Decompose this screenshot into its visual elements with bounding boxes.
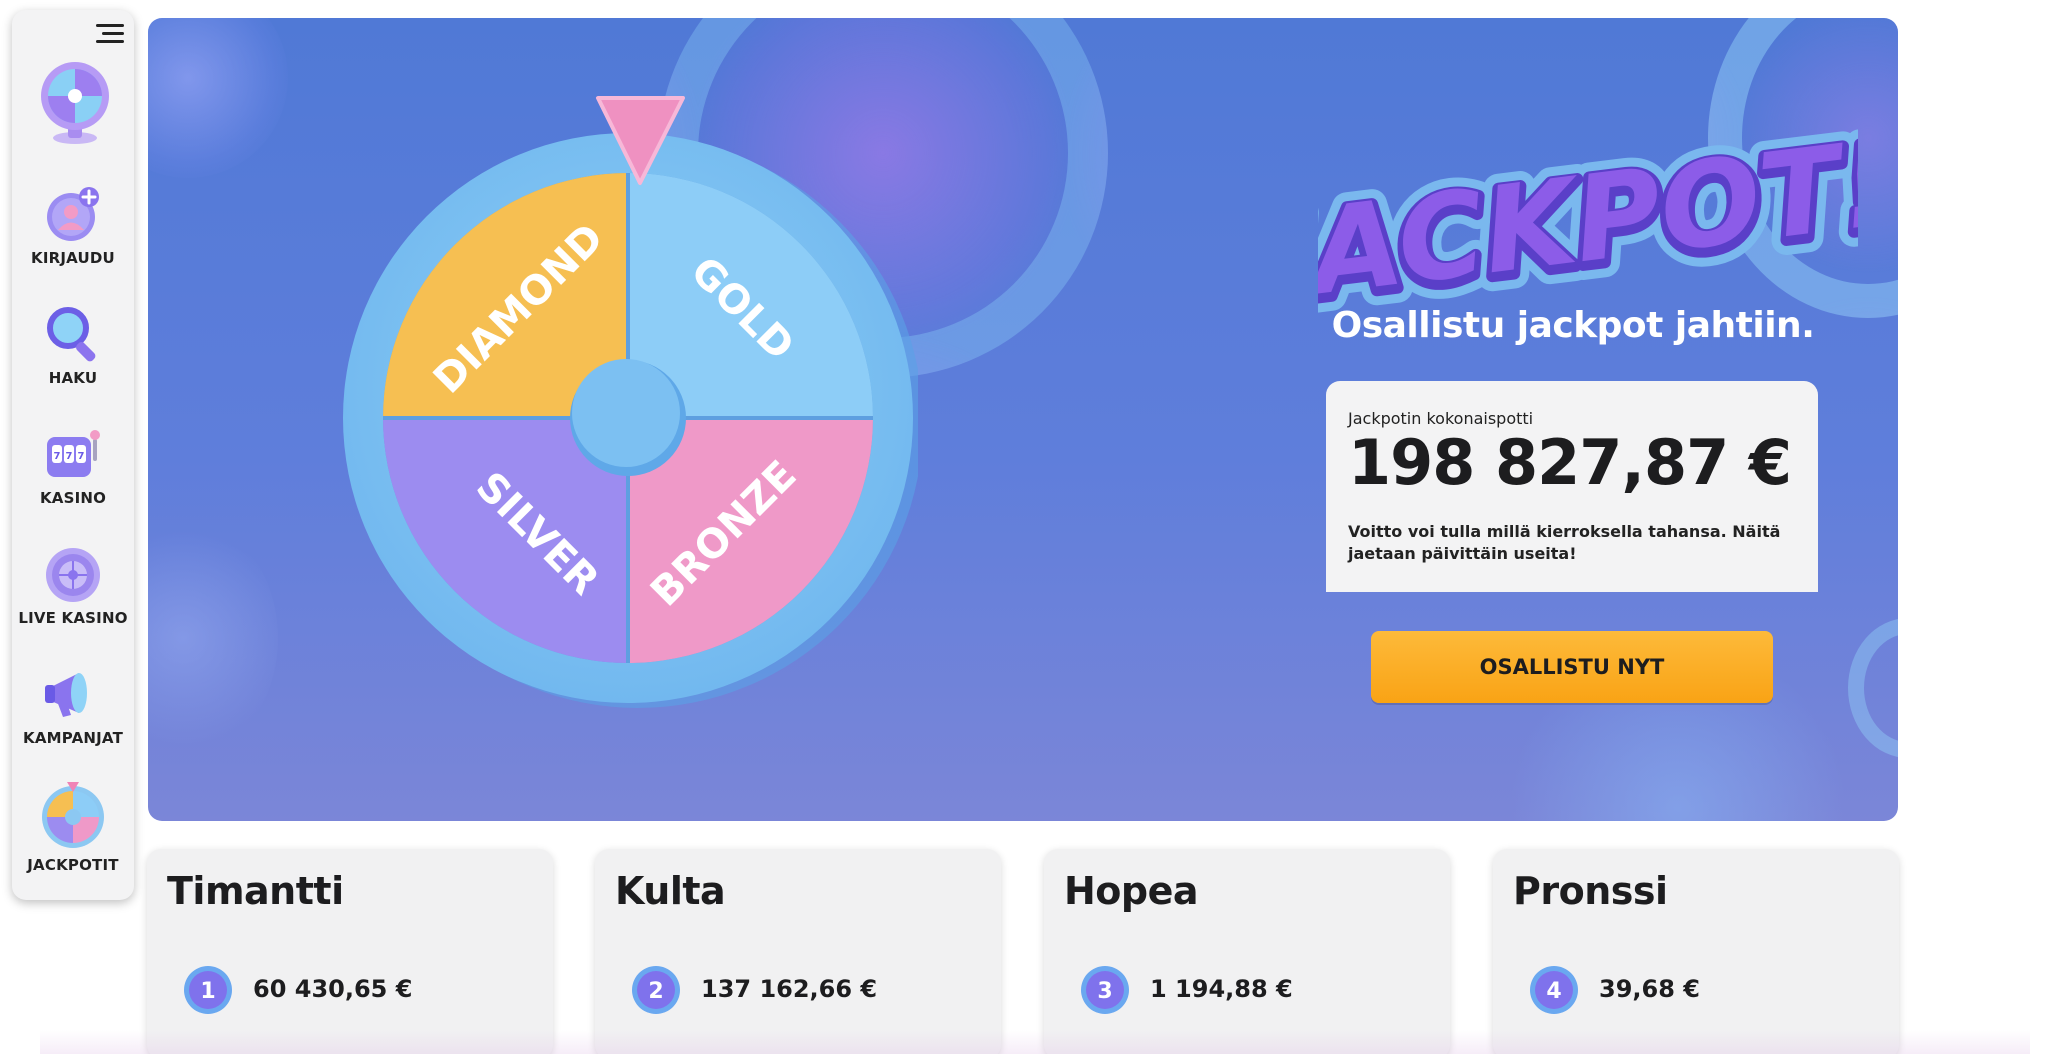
rank-badge-icon: 4 xyxy=(1530,966,1578,1014)
rank-badge-icon: 1 xyxy=(184,966,232,1014)
megaphone-icon xyxy=(45,673,87,717)
nav-search-label: HAKU xyxy=(48,369,98,387)
tier-title: Kulta xyxy=(615,869,726,913)
rank-badge-icon: 2 xyxy=(632,966,680,1014)
participate-now-button[interactable]: OSALLISTU NYT xyxy=(1371,631,1773,703)
total-pot-description: Voitto voi tulla millä kierroksella taha… xyxy=(1348,522,1781,564)
nav-jackpots[interactable]: JACKPOTIT xyxy=(12,780,134,880)
tier-card-gold[interactable]: Kulta 2 137 162,66 € xyxy=(595,849,1001,1054)
nav-login[interactable]: KIRJAUDU xyxy=(12,185,134,285)
hamburger-menu-icon[interactable] xyxy=(96,24,124,46)
prize-wheel: DIAMOND GOLD SILVER BRONZE xyxy=(343,96,918,708)
nav-search[interactable]: HAKU xyxy=(12,305,134,405)
tier-card-silver[interactable]: Hopea 3 1 194,88 € xyxy=(1044,849,1450,1054)
nav-live-casino[interactable]: LIVE KASINO xyxy=(12,545,134,645)
tier-card-diamond[interactable]: Timantti 1 60 430,65 € xyxy=(147,849,553,1054)
svg-text:7: 7 xyxy=(66,451,73,462)
total-pot-card: Jackpotin kokonaispotti 198 827,87 € Voi… xyxy=(1326,381,1818,592)
nav-casino-label: KASINO xyxy=(39,489,107,507)
nav-live-casino-label: LIVE KASINO xyxy=(18,609,128,627)
svg-text:JACKPOT!: JACKPOT! xyxy=(1318,114,1858,314)
background-bubble xyxy=(148,18,288,178)
tier-value: 60 430,65 € xyxy=(253,975,413,1003)
tier-value: 1 194,88 € xyxy=(1150,975,1293,1003)
tier-title: Pronssi xyxy=(1513,869,1668,913)
tier-title: Hopea xyxy=(1064,869,1199,913)
prize-wheel-logo-icon[interactable] xyxy=(40,60,110,146)
svg-text:7: 7 xyxy=(78,451,85,462)
svg-text:4: 4 xyxy=(1546,979,1561,1004)
sidebar: KIRJAUDU HAKU 7 7 7 KASINO LIVE KASINO K… xyxy=(12,10,134,900)
svg-text:3: 3 xyxy=(1097,979,1112,1004)
slot-machine-icon: 7 7 7 xyxy=(47,430,100,477)
hero-subtitle: Osallistu jackpot jahtiin. xyxy=(1331,305,1815,346)
rank-badge-icon: 3 xyxy=(1081,966,1129,1014)
nav-casino[interactable]: 7 7 7 KASINO xyxy=(12,425,134,525)
tier-card-bronze[interactable]: Pronssi 4 39,68 € xyxy=(1493,849,1899,1054)
svg-text:1: 1 xyxy=(200,979,215,1004)
jackpot-logo: JACKPOT! JACKPOT! JACKPOT! xyxy=(1318,114,1858,314)
roulette-icon xyxy=(46,548,100,602)
svg-text:7: 7 xyxy=(54,451,61,462)
nav-jackpots-label: JACKPOTIT xyxy=(27,856,119,874)
jackpot-wheel-icon xyxy=(42,782,104,848)
tier-value: 137 162,66 € xyxy=(701,975,878,1003)
jackpot-hero-banner: DIAMOND GOLD SILVER BRONZE JACKPOT! JACK… xyxy=(148,18,1898,821)
nav-campaigns[interactable]: KAMPANJAT xyxy=(12,665,134,765)
total-pot-amount: 198 827,87 € xyxy=(1348,426,1792,499)
svg-text:2: 2 xyxy=(648,979,663,1004)
tier-title: Timantti xyxy=(167,869,344,913)
background-bubble xyxy=(148,518,278,758)
magnifier-icon xyxy=(47,307,96,362)
nav-login-label: KIRJAUDU xyxy=(31,249,115,267)
bottom-fade-decoration xyxy=(40,1030,2030,1054)
tier-value: 39,68 € xyxy=(1599,975,1700,1003)
user-add-icon xyxy=(47,187,99,241)
nav-campaigns-label: KAMPANJAT xyxy=(23,729,123,747)
